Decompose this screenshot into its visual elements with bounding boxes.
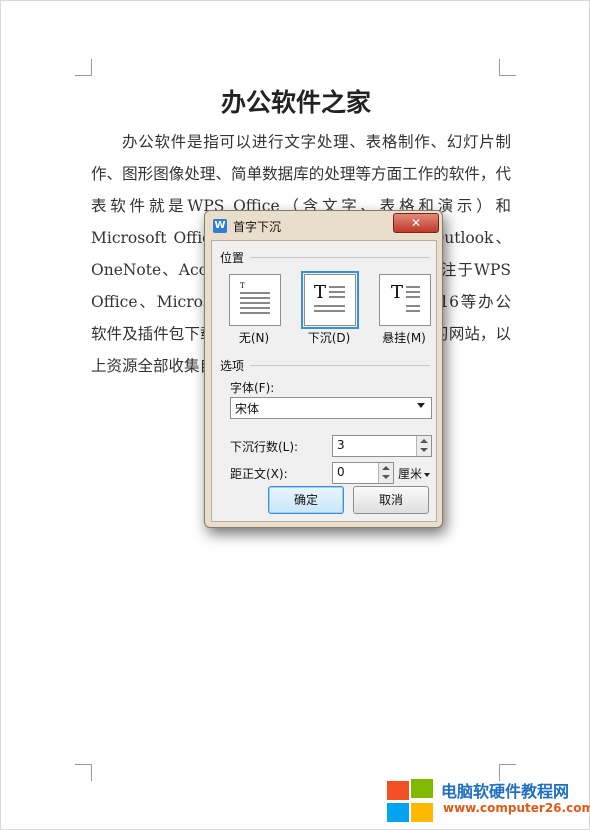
distance-unit: 厘米 xyxy=(398,467,423,481)
lines-value[interactable]: 3 xyxy=(337,438,345,452)
font-select-value: 宋体 xyxy=(235,402,260,416)
lines-label: 下沉行数(L): xyxy=(230,440,299,454)
site-watermark: 电脑软硬件教程网 www.computer26.com xyxy=(385,773,590,823)
watermark-url: www.computer26.com xyxy=(443,801,590,815)
chevron-down-icon xyxy=(424,472,431,477)
dropcap-none-option[interactable]: T xyxy=(229,274,281,326)
wps-app-icon: W xyxy=(213,219,227,233)
lines-spinner[interactable]: 3 xyxy=(332,435,432,457)
watermark-name: 电脑软硬件教程网 xyxy=(441,782,570,801)
dropcap-dropped-label[interactable]: 下沉(D) xyxy=(299,329,359,346)
cancel-button[interactable]: 取消 xyxy=(353,486,429,514)
chevron-down-icon xyxy=(417,403,425,408)
drop-cap-dialog: W 首字下沉 ✕ 位置 T 无(N) T 下沉(D) T 悬挂(M) 选项 字体… xyxy=(204,210,443,528)
dropcap-margin-option[interactable]: T xyxy=(379,274,431,326)
position-group-label: 位置 xyxy=(220,251,245,265)
ok-button[interactable]: 确定 xyxy=(268,486,344,514)
options-group-label: 选项 xyxy=(220,359,245,373)
margin-corner-top-right xyxy=(499,59,516,76)
dialog-content: 位置 T 无(N) T 下沉(D) T 悬挂(M) 选项 字体(F): 宋体 下… xyxy=(211,240,437,522)
dropcap-dropped-option[interactable]: T xyxy=(301,271,359,329)
group-divider xyxy=(250,365,430,366)
margin-corner-top-left xyxy=(75,59,92,76)
distance-value[interactable]: 0 xyxy=(337,465,345,479)
distance-unit-dropdown[interactable]: 厘米 xyxy=(398,465,431,482)
group-divider xyxy=(250,257,430,258)
font-select[interactable]: 宋体 xyxy=(230,397,432,419)
dropcap-none-label[interactable]: 无(N) xyxy=(224,329,284,346)
dropcap-margin-label[interactable]: 悬挂(M) xyxy=(374,329,434,346)
margin-corner-bottom-left xyxy=(75,764,92,781)
dialog-title: 首字下沉 xyxy=(233,220,282,234)
spin-up-icon[interactable] xyxy=(420,439,428,443)
font-label: 字体(F): xyxy=(230,381,275,395)
distance-spinner[interactable]: 0 xyxy=(332,462,394,484)
close-button[interactable]: ✕ xyxy=(393,213,439,233)
windows-logo-icon xyxy=(385,779,437,823)
spinner-buttons[interactable] xyxy=(416,436,431,456)
spin-down-icon[interactable] xyxy=(420,448,428,452)
spinner-buttons[interactable] xyxy=(378,463,393,483)
dialog-titlebar[interactable]: W 首字下沉 ✕ xyxy=(205,211,442,239)
distance-label: 距正文(X): xyxy=(230,467,288,481)
spin-down-icon[interactable] xyxy=(382,475,390,479)
document-title[interactable]: 办公软件之家 xyxy=(1,83,590,119)
spin-up-icon[interactable] xyxy=(382,466,390,470)
